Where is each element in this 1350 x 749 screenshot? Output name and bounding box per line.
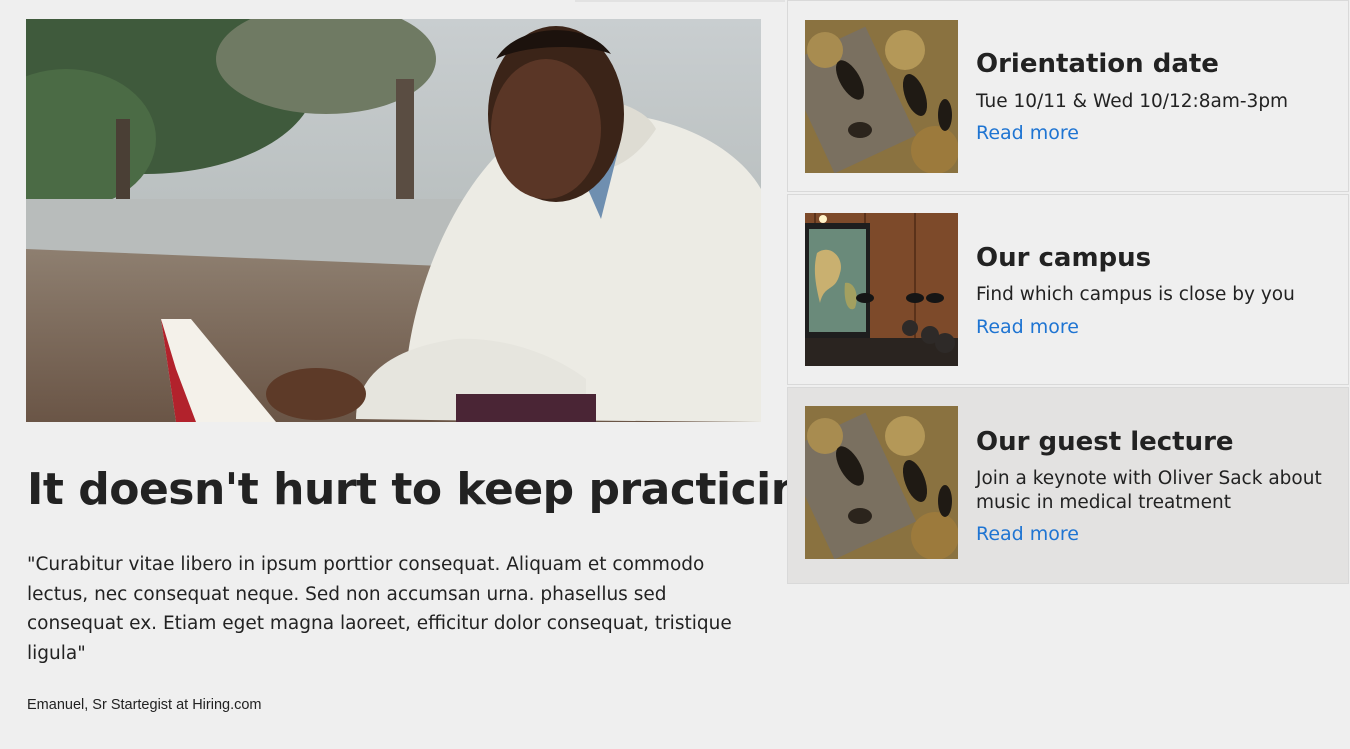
card-description: Tue 10/11 & Wed 10/12:8am-3pm xyxy=(976,91,1289,112)
card-thumbnail xyxy=(805,213,958,366)
page: It doesn't hurt to keep practicing "Cura… xyxy=(0,0,1350,749)
card-our-campus[interactable]: Our campus Find which campus is close by… xyxy=(787,194,1349,385)
card-thumbnail xyxy=(805,406,958,559)
feature-attribution: Emanuel, Sr Startegist at Hiring.com xyxy=(27,697,262,713)
feature-quote: "Curabitur vitae libero in ipsum porttio… xyxy=(27,554,732,664)
card-description: Find which campus is close by you xyxy=(976,284,1295,305)
read-more-link[interactable]: Read more xyxy=(976,315,1079,339)
card-title: Our campus xyxy=(976,243,1152,273)
feature-image xyxy=(26,19,761,422)
card-description: Join a keynote with Oliver Sack about mu… xyxy=(976,468,1322,513)
top-divider xyxy=(575,0,785,2)
card-title: Our guest lecture xyxy=(976,427,1234,457)
read-more-link[interactable]: Read more xyxy=(976,522,1079,546)
card-thumbnail xyxy=(805,20,958,173)
card-guest-lecture[interactable]: Our guest lecture Join a keynote with Ol… xyxy=(787,387,1349,584)
card-orientation-date[interactable]: Orientation date Tue 10/11 & Wed 10/12:8… xyxy=(787,0,1349,192)
card-title: Orientation date xyxy=(976,49,1219,79)
feature-headline: It doesn't hurt to keep practicing xyxy=(27,464,833,515)
read-more-link[interactable]: Read more xyxy=(976,121,1079,145)
